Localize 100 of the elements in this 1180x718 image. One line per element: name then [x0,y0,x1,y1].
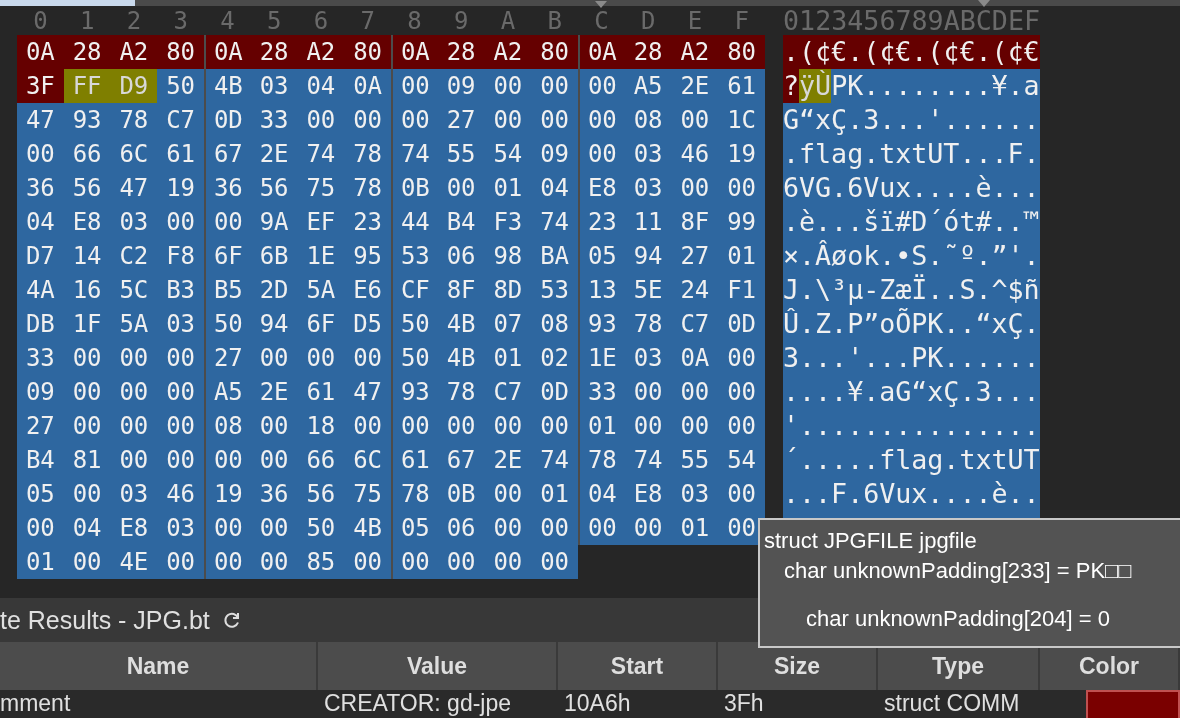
hex-byte: B3 [157,273,204,307]
hex-byte: 00 [157,409,204,443]
hex-byte: 95 [344,239,391,273]
hex-byte: 8F [437,273,485,307]
hex-byte: 9A [250,205,298,239]
hex-byte: 00 [624,375,672,409]
hex-byte: 80 [531,35,578,69]
ascii-text: ´.....flag.txtUT [783,443,1040,477]
column-header[interactable]: Name [0,642,318,690]
column-header: 3 [172,7,189,35]
column-header[interactable]: Start [558,642,718,690]
hex-byte: 1F [63,307,111,341]
column-header: 7 [359,7,376,35]
hex-byte: 1E [297,239,345,273]
hex-byte: 94 [624,239,672,273]
hex-byte: 4E [110,545,158,579]
column-header: 0123456789ABCDEF [783,5,1041,36]
hex-byte: 00 [17,511,64,545]
hex-byte: 5C [110,273,158,307]
hex-byte: 1C [718,103,765,137]
hex-byte: 0A [671,341,719,375]
hex-byte: 00 [437,409,485,443]
hex-byte: 46 [157,477,204,511]
hex-byte: 00 [578,511,625,545]
hex-byte: 00 [718,375,765,409]
hex-byte: 66 [63,137,111,171]
hex-byte: 56 [297,477,345,511]
hex-byte: 3F [17,69,64,103]
ascii-text: Û.Z.P”oÕPK..“xÇ. [783,307,1040,341]
hex-byte: 00 [63,477,111,511]
hex-byte: 06 [437,239,485,273]
hex-byte: 0A [17,35,64,69]
ascii-text: G“xÇ.3...'...... [783,103,1040,137]
refresh-icon[interactable] [221,610,242,630]
hex-byte: 6F [297,307,345,341]
column-header: 2 [125,7,143,35]
hex-byte: 6C [344,443,391,477]
hex-byte: 54 [718,443,765,477]
hex-byte: 03 [250,69,298,103]
hex-byte: 23 [578,205,625,239]
hex-byte: 16 [63,273,111,307]
hex-byte: E8 [110,511,158,545]
hex-byte: CF [391,273,438,307]
hex-byte: 80 [718,35,765,69]
hex-byte: 13 [578,273,625,307]
hex-byte: 61 [718,69,765,103]
hex-byte: D7 [17,239,64,273]
hex-byte: 00 [250,545,298,579]
hex-byte: 00 [484,545,532,579]
hex-byte: 00 [671,409,719,443]
hex-byte: C2 [110,239,158,273]
column-header: C [578,7,625,35]
hex-byte: 78 [391,477,438,511]
hex-byte: 08 [624,103,672,137]
hex-byte: EF [297,205,345,239]
hex-byte: E8 [63,205,111,239]
table-cell-text: struct COMM [883,690,1021,718]
ascii-text: ? [783,69,800,103]
column-header[interactable]: Size [718,642,878,690]
ascii-text: ....¥.aG“xÇ.3... [783,375,1040,409]
hex-byte: 00 [391,545,438,579]
column-header: B [546,7,563,35]
ascii-text: 3...'...PK...... [783,341,1040,375]
column-header[interactable]: Value [318,642,558,690]
hex-byte: 74 [531,443,578,477]
hex-byte: 11 [624,205,672,239]
hex-byte: 00 [204,443,251,477]
ascii-text: .è...šï#D´ót#..™ [783,205,1040,239]
hex-byte: 19 [204,477,251,511]
hex-byte: 00 [531,409,578,443]
hex-byte: B4 [17,443,64,477]
hex-byte: 00 [671,375,719,409]
hex-byte: 2E [484,443,532,477]
hex-byte: 00 [157,341,204,375]
hex-byte: 00 [671,103,719,137]
hex-byte: 00 [578,69,625,103]
hex-byte: 03 [671,477,719,511]
hex-byte: 01 [718,239,765,273]
hex-byte: 00 [484,511,532,545]
hex-byte: 8F [671,205,719,239]
hex-byte: 28 [624,35,672,69]
hex-byte: 2E [671,69,719,103]
hex-byte: 56 [250,171,298,205]
hex-byte: 50 [391,307,438,341]
hex-byte: A5 [204,375,251,409]
hex-byte: 74 [624,443,672,477]
hex-byte: 07 [484,307,532,341]
hex-byte: 00 [391,409,438,443]
hex-byte: 09 [531,137,578,171]
hex-byte: 8D [484,273,532,307]
hex-byte: 05 [578,239,625,273]
hex-byte: 00 [344,103,391,137]
hex-byte: 28 [250,35,298,69]
hex-byte: 36 [17,171,64,205]
hex-byte: 27 [204,341,251,375]
hex-byte: 19 [157,171,204,205]
hex-byte: 75 [297,171,345,205]
hex-byte: A2 [297,35,345,69]
hex-byte: 00 [391,103,438,137]
hex-byte: 00 [110,375,158,409]
